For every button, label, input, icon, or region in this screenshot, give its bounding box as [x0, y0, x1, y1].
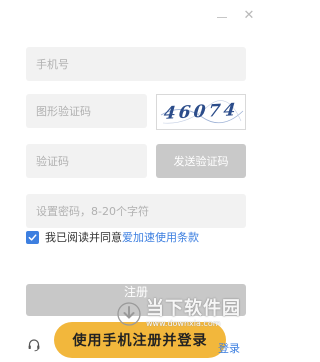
- password-input[interactable]: [26, 194, 246, 228]
- check-icon: [28, 233, 37, 241]
- bottom-bar: 使用手机注册并登录 登录: [0, 316, 272, 362]
- agreement-text: 我已阅读并同意: [45, 231, 122, 244]
- close-icon: ✕: [243, 7, 255, 23]
- phone-input[interactable]: [26, 47, 246, 81]
- minimize-button[interactable]: [214, 8, 230, 22]
- headset-icon[interactable]: [27, 338, 41, 352]
- send-code-button[interactable]: 发送验证码: [156, 144, 246, 178]
- minimize-icon: [217, 16, 227, 18]
- login-link[interactable]: 登录: [218, 340, 240, 356]
- agreement-row: 我已阅读并同意 爱加速使用条款: [26, 229, 199, 245]
- captcha-text: 46074: [162, 100, 240, 124]
- register-label: 注册: [123, 284, 148, 299]
- close-button[interactable]: ✕: [241, 8, 257, 22]
- phone-register-login-button[interactable]: 使用手机注册并登录: [54, 322, 226, 358]
- register-button[interactable]: 注册: [26, 284, 246, 316]
- graphic-code-input[interactable]: [26, 94, 147, 128]
- sms-code-input[interactable]: [26, 144, 147, 178]
- terms-link[interactable]: 爱加速使用条款: [122, 229, 199, 245]
- register-window: ✕ 46074 发送验证码 我已阅读并同意 爱加速使用条款 注册 使用手机注: [0, 0, 272, 362]
- agreement-checkbox[interactable]: [26, 230, 39, 244]
- captcha-image[interactable]: 46074: [156, 94, 246, 130]
